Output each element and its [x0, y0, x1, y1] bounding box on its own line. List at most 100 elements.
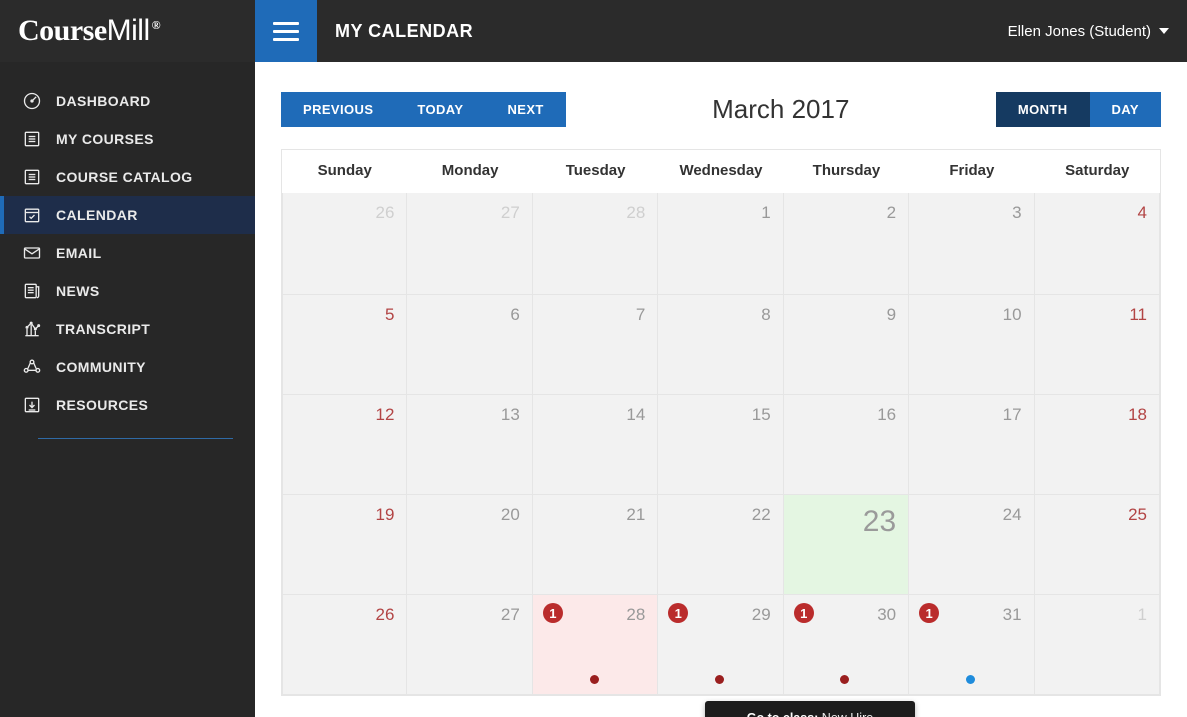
chart-icon: [22, 319, 42, 339]
dow-tuesday: Tuesday: [533, 150, 658, 193]
menu-toggle-button[interactable]: [255, 0, 317, 62]
calendar-day[interactable]: 26: [282, 193, 407, 295]
calendar-day[interactable]: 11: [1035, 295, 1160, 395]
calendar-header: PREVIOUS TODAY NEXT March 2017 MONTH DAY: [281, 92, 1161, 127]
sidebar-item-label: TRANSCRIPT: [56, 321, 150, 337]
calendar-day[interactable]: 131: [909, 595, 1034, 695]
calendar-day[interactable]: 26: [282, 595, 407, 695]
brand-course: Course: [18, 14, 107, 47]
calendar-day[interactable]: 19: [282, 495, 407, 595]
calendar-day[interactable]: 21: [533, 495, 658, 595]
dow-monday: Monday: [407, 150, 532, 193]
day-number: 11: [1045, 305, 1147, 325]
brand-logo: CourseMill®: [0, 0, 255, 62]
calendar-day[interactable]: 25: [1035, 495, 1160, 595]
calendar-day[interactable]: 27: [407, 193, 532, 295]
view-month-button[interactable]: MONTH: [996, 92, 1090, 127]
sidebar-item-email[interactable]: EMAIL: [0, 234, 255, 272]
calendar-day[interactable]: 24: [909, 495, 1034, 595]
calendar-day[interactable]: 1: [1035, 595, 1160, 695]
day-number: 8: [668, 305, 770, 325]
sidebar-item-label: COMMUNITY: [56, 359, 146, 375]
calendar-view-group: MONTH DAY: [996, 92, 1161, 127]
event-count-badge: 1: [794, 603, 814, 623]
dow-saturday: Saturday: [1035, 150, 1160, 193]
view-day-button[interactable]: DAY: [1090, 92, 1161, 127]
calendar-day[interactable]: 27: [407, 595, 532, 695]
dow-sunday: Sunday: [282, 150, 407, 193]
sidebar-item-calendar[interactable]: CALENDAR: [0, 196, 255, 234]
sidebar-item-my-courses[interactable]: MY COURSES: [0, 120, 255, 158]
calendar-day[interactable]: 1: [658, 193, 783, 295]
day-number: 20: [417, 505, 519, 525]
calendar-day[interactable]: 20: [407, 495, 532, 595]
day-number: 5: [293, 305, 394, 325]
day-number: 25: [1045, 505, 1147, 525]
day-number: 26: [293, 203, 394, 223]
calendar-day[interactable]: 13: [407, 395, 532, 495]
calendar-day[interactable]: 23: [784, 495, 909, 595]
calendar-day[interactable]: 4: [1035, 193, 1160, 295]
calendar-day[interactable]: 7: [533, 295, 658, 395]
calendar-day[interactable]: 2: [784, 193, 909, 295]
calendar-day[interactable]: 28: [533, 193, 658, 295]
mail-icon: [22, 243, 42, 263]
day-number: 10: [919, 305, 1021, 325]
day-number: 1: [1045, 605, 1147, 625]
sidebar-item-transcript[interactable]: TRANSCRIPT: [0, 310, 255, 348]
event-dot-icon: [715, 675, 724, 684]
community-icon: [22, 357, 42, 377]
calendar-day[interactable]: 128: [533, 595, 658, 695]
day-number: 23: [794, 505, 896, 539]
calendar-day[interactable]: 8: [658, 295, 783, 395]
sidebar-item-label: MY COURSES: [56, 131, 154, 147]
day-number: 3: [919, 203, 1021, 223]
calendar-day[interactable]: 3: [909, 193, 1034, 295]
previous-button[interactable]: PREVIOUS: [281, 92, 395, 127]
day-number: 17: [919, 405, 1021, 425]
day-number: 15: [668, 405, 770, 425]
sidebar-item-news[interactable]: NEWS: [0, 272, 255, 310]
calendar-day[interactable]: 129: [658, 595, 783, 695]
day-number: 27: [417, 203, 519, 223]
hamburger-icon: [273, 30, 299, 33]
list-icon: [22, 167, 42, 187]
calendar-week: 56789 10 11: [282, 295, 1160, 395]
gauge-icon: [22, 91, 42, 111]
day-number: 2: [794, 203, 896, 223]
sidebar-item-dashboard[interactable]: DASHBOARD: [0, 82, 255, 120]
event-dot-icon: [966, 675, 975, 684]
sidebar-item-community[interactable]: COMMUNITY: [0, 348, 255, 386]
calendar-day[interactable]: 12: [282, 395, 407, 495]
day-number: 27: [417, 605, 519, 625]
topbar: CourseMill® MY CALENDAR Ellen Jones (Stu…: [0, 0, 1187, 62]
calendar-day[interactable]: 16: [784, 395, 909, 495]
dow-friday: Friday: [909, 150, 1034, 193]
tooltip-class-label: Go to class:: [747, 711, 819, 717]
calendar-day[interactable]: 5: [282, 295, 407, 395]
brand-reg: ®: [152, 18, 160, 32]
sidebar-item-resources[interactable]: RESOURCES: [0, 386, 255, 424]
calendar-day[interactable]: 6: [407, 295, 532, 395]
calendar-day[interactable]: 17: [909, 395, 1034, 495]
calendar-day[interactable]: 9: [784, 295, 909, 395]
calendar-day[interactable]: 15: [658, 395, 783, 495]
user-label: Ellen Jones (Student): [1008, 23, 1151, 40]
day-number: 16: [794, 405, 896, 425]
user-menu[interactable]: Ellen Jones (Student): [1008, 23, 1169, 40]
event-count-badge: 1: [543, 603, 563, 623]
calendar-day[interactable]: 14: [533, 395, 658, 495]
today-button[interactable]: TODAY: [395, 92, 485, 127]
next-button[interactable]: NEXT: [485, 92, 565, 127]
day-number: 28: [543, 203, 645, 223]
sidebar-item-course-catalog[interactable]: COURSE CATALOG: [0, 158, 255, 196]
page-title: MY CALENDAR: [335, 21, 473, 42]
event-tooltip: Go to class: New Hire Orientation, locat…: [705, 701, 915, 717]
event-count-badge: 1: [919, 603, 939, 623]
calendar-day[interactable]: 18: [1035, 395, 1160, 495]
calendar-day[interactable]: 22: [658, 495, 783, 595]
sidebar-item-label: NEWS: [56, 283, 100, 299]
calendar-day[interactable]: 10: [909, 295, 1034, 395]
day-number: 19: [293, 505, 394, 525]
calendar-day[interactable]: 130: [784, 595, 909, 695]
